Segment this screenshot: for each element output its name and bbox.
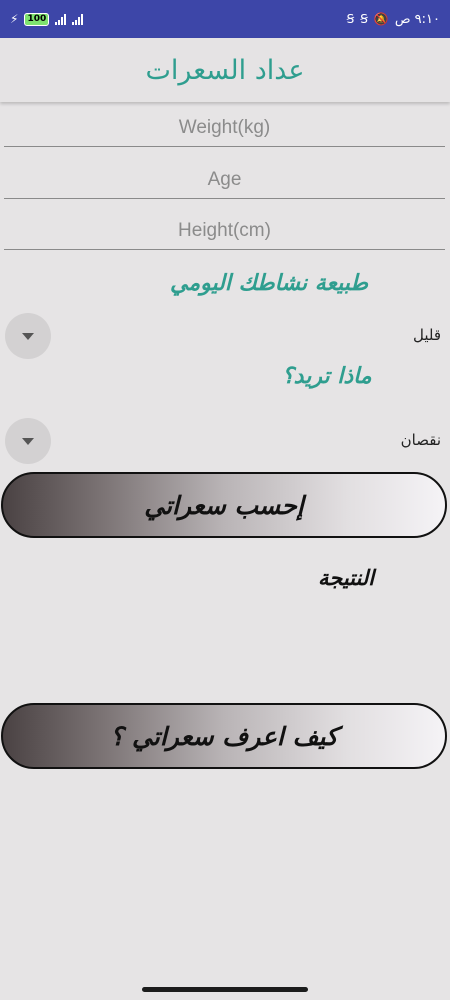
charging-bolt-icon: ⚡ bbox=[10, 12, 19, 26]
signal-icon bbox=[72, 13, 84, 25]
activity-title: طبيعة نشاطك اليومي bbox=[170, 271, 368, 296]
nav-gesture-handle[interactable] bbox=[142, 987, 308, 992]
chevron-down-icon bbox=[22, 332, 34, 340]
age-input[interactable] bbox=[4, 168, 445, 192]
howto-button[interactable]: كيف اعرف سعراتي ؟ bbox=[1, 703, 447, 769]
signal-icon bbox=[55, 13, 67, 25]
status-left-icons: ⚡ 100 bbox=[10, 0, 84, 38]
activity-dropdown[interactable]: قليل bbox=[0, 313, 450, 361]
height-input[interactable] bbox=[4, 219, 445, 243]
chevron-down-icon bbox=[22, 437, 34, 445]
calculate-button[interactable]: إحسب سعراتي bbox=[1, 472, 447, 538]
height-field-container bbox=[4, 213, 445, 250]
goal-dropdown[interactable]: نقصان bbox=[0, 418, 450, 466]
vpn-icon: Ꞩ bbox=[346, 12, 355, 26]
calculate-button-label: إحسب سعراتي bbox=[144, 490, 304, 520]
activity-selected-value: قليل bbox=[412, 326, 441, 344]
weight-input[interactable] bbox=[4, 116, 445, 140]
mute-icon: 🔕 bbox=[373, 12, 389, 26]
age-field-container bbox=[4, 162, 445, 199]
activity-dropdown-arrow[interactable] bbox=[5, 313, 51, 359]
weight-field-container bbox=[4, 110, 445, 147]
goal-selected-value: نقصان bbox=[400, 431, 441, 449]
result-label: النتيجة bbox=[318, 566, 375, 590]
status-time: ٩:١٠ ص bbox=[394, 11, 440, 27]
goal-dropdown-arrow[interactable] bbox=[5, 418, 51, 464]
app-title: عداد السعرات bbox=[145, 54, 305, 86]
app-bar: عداد السعرات bbox=[0, 38, 450, 102]
status-right-icons: Ꞩ Ꞩ 🔕 ٩:١٠ ص bbox=[347, 0, 440, 38]
howto-button-label: كيف اعرف سعراتي ؟ bbox=[110, 721, 338, 751]
battery-icon: 100 bbox=[24, 12, 50, 26]
vpn-icon: Ꞩ bbox=[360, 12, 368, 26]
goal-title: ماذا تريد؟ bbox=[282, 364, 372, 389]
status-bar: ⚡ 100 Ꞩ Ꞩ 🔕 ٩:١٠ ص bbox=[0, 0, 450, 38]
